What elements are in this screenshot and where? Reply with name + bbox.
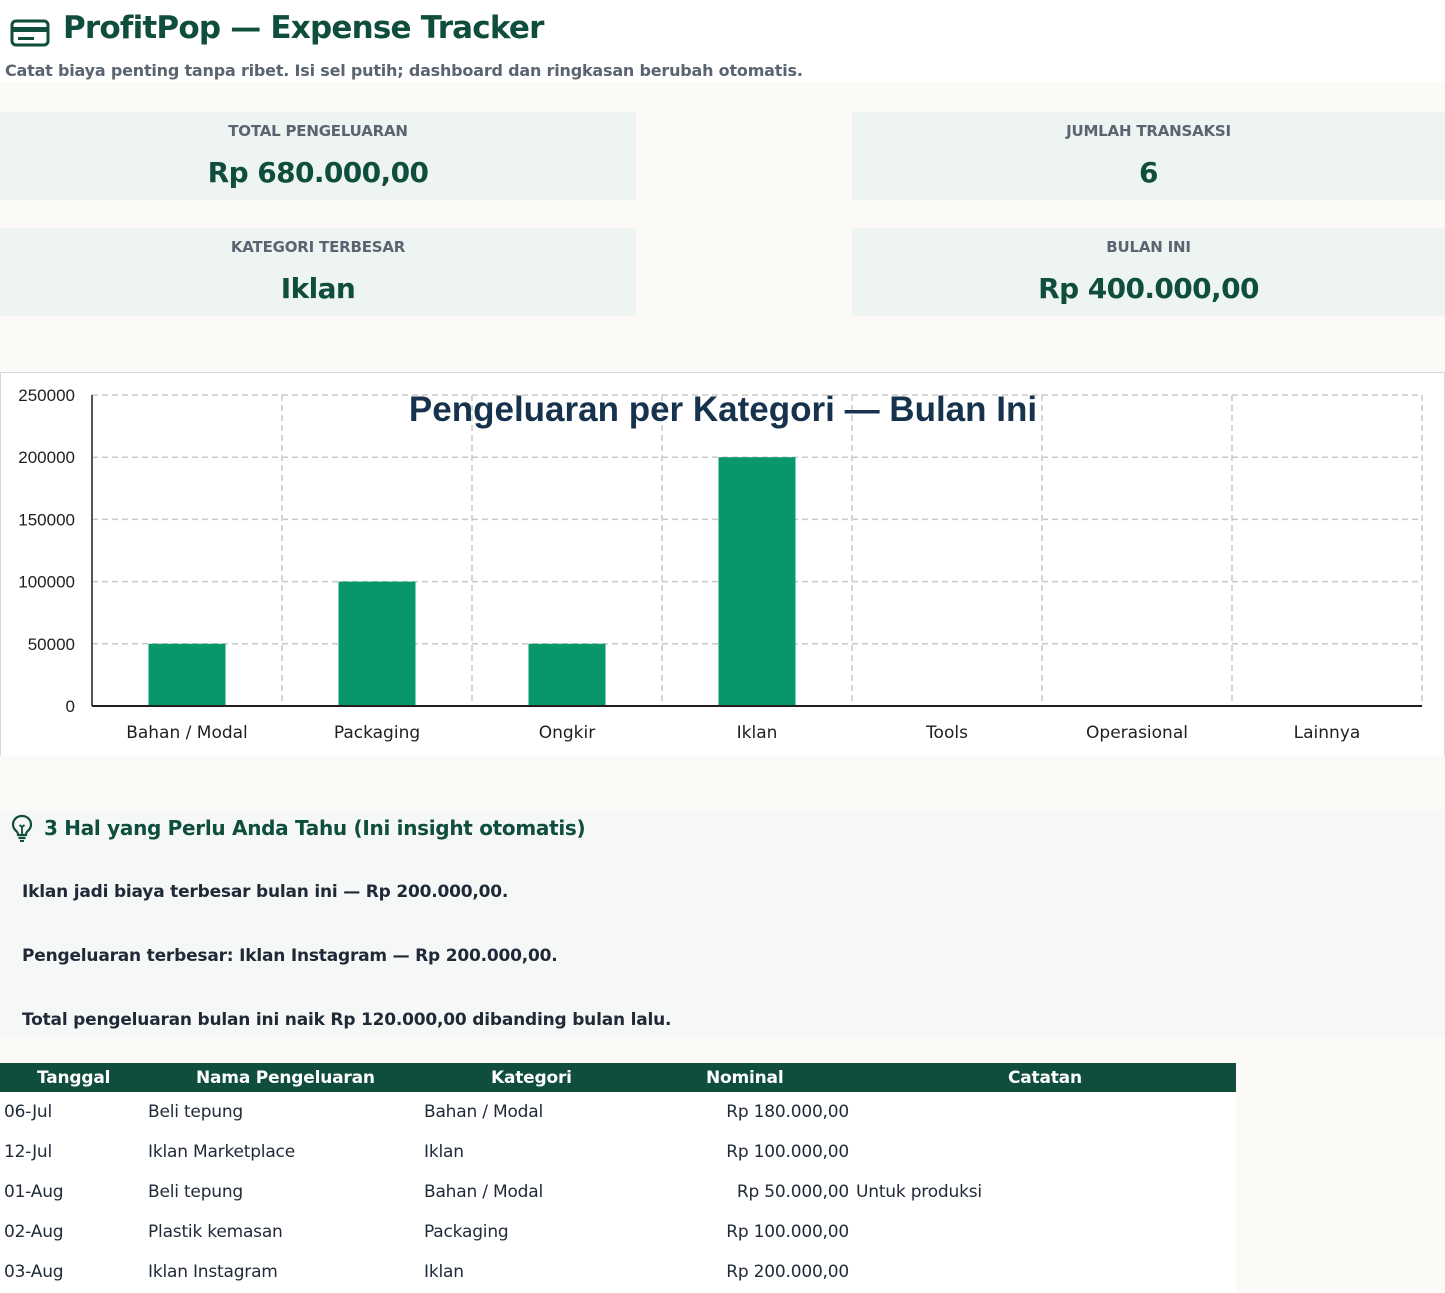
x-tick-label: Packaging xyxy=(334,723,420,743)
x-tick-label: Ongkir xyxy=(539,723,596,743)
cell-date[interactable]: 01-Aug xyxy=(4,1182,64,1202)
table-row: 01-Aug Beli tepung Bahan / Modal Rp 50.0… xyxy=(0,1173,1236,1213)
cell-amount[interactable]: Rp 180.000,00 xyxy=(709,1102,849,1122)
x-tick-label: Iklan xyxy=(737,723,778,743)
cell-category[interactable]: Bahan / Modal xyxy=(424,1102,543,1122)
kpi-transaction-count-card: JUMLAH TRANSAKSI 6 xyxy=(852,112,1445,200)
kpi-top-category-card: KATEGORI TERBESAR Iklan xyxy=(0,228,636,316)
table-row: 03-Aug Iklan Instagram Iklan Rp 200.000,… xyxy=(0,1253,1236,1293)
cell-note[interactable]: Untuk produksi xyxy=(856,1182,982,1202)
cell-amount[interactable]: Rp 100.000,00 xyxy=(709,1222,849,1242)
cell-category[interactable]: Iklan xyxy=(424,1142,464,1162)
y-tick-label: 250000 xyxy=(18,386,75,405)
table-row: 12-Jul Iklan Marketplace Iklan Rp 100.00… xyxy=(0,1133,1236,1173)
y-tick-label: 0 xyxy=(66,697,75,716)
column-header-name[interactable]: Nama Pengeluaran xyxy=(196,1068,375,1088)
bar-packaging xyxy=(338,581,416,706)
kpi-dashboard: TOTAL PENGELUARAN Rp 680.000,00 JUMLAH T… xyxy=(0,82,1445,372)
column-header-amount[interactable]: Nominal xyxy=(706,1068,784,1088)
y-tick-label: 50000 xyxy=(28,635,75,654)
column-header-category[interactable]: Kategori xyxy=(491,1068,572,1088)
cell-category[interactable]: Packaging xyxy=(424,1222,509,1242)
kpi-this-month-card: BULAN INI Rp 400.000,00 xyxy=(852,228,1445,316)
column-header-note[interactable]: Catatan xyxy=(1008,1068,1082,1088)
kpi-value: Iklan xyxy=(280,272,356,305)
kpi-label: BULAN INI xyxy=(1106,238,1191,256)
insight-item: Total pengeluaran bulan ini naik Rp 120.… xyxy=(22,1010,672,1030)
insight-item: Pengeluaran terbesar: Iklan Instagram — … xyxy=(22,946,558,966)
kpi-value: Rp 680.000,00 xyxy=(207,156,429,189)
x-tick-label: Operasional xyxy=(1086,723,1188,743)
expense-table: Tanggal Nama Pengeluaran Kategori Nomina… xyxy=(0,1063,1236,1293)
cell-name[interactable]: Iklan Instagram xyxy=(148,1262,278,1282)
kpi-value: 6 xyxy=(1139,156,1158,189)
page-subtitle: Catat biaya penting tanpa ribet. Isi sel… xyxy=(5,61,803,80)
credit-card-icon xyxy=(10,19,50,47)
x-tick-label: Lainnya xyxy=(1294,723,1361,743)
x-tick-label: Bahan / Modal xyxy=(126,723,248,743)
insights-panel xyxy=(0,810,1445,1036)
column-header-date[interactable]: Tanggal xyxy=(37,1068,110,1088)
y-tick-label: 150000 xyxy=(18,510,75,529)
lightbulb-icon xyxy=(11,814,33,842)
cell-category[interactable]: Bahan / Modal xyxy=(424,1182,543,1202)
page-title: ProfitPop — Expense Tracker xyxy=(63,10,544,46)
kpi-value: Rp 400.000,00 xyxy=(1038,272,1259,305)
cell-date[interactable]: 06-Jul xyxy=(4,1102,52,1122)
insight-item: Iklan jadi biaya terbesar bulan ini — Rp… xyxy=(22,882,509,902)
insights-section: 3 Hal yang Perlu Anda Tahu (Ini insight … xyxy=(0,756,1445,1063)
cell-name[interactable]: Plastik kemasan xyxy=(148,1222,283,1242)
category-chart[interactable]: 0 50000 100000 150000 200000 250000 Bahan / Mo… xyxy=(0,372,1445,757)
y-tick-label: 100000 xyxy=(18,573,75,592)
kpi-label: TOTAL PENGELUARAN xyxy=(228,122,408,140)
insights-title: 3 Hal yang Perlu Anda Tahu (Ini insight … xyxy=(44,816,586,840)
cell-category[interactable]: Iklan xyxy=(424,1262,464,1282)
cell-name[interactable]: Beli tepung xyxy=(148,1102,243,1122)
cell-amount[interactable]: Rp 50.000,00 xyxy=(709,1182,849,1202)
cell-date[interactable]: 02-Aug xyxy=(4,1222,64,1242)
bar-ongkir xyxy=(528,643,606,706)
cell-name[interactable]: Beli tepung xyxy=(148,1182,243,1202)
cell-amount[interactable]: Rp 100.000,00 xyxy=(709,1142,849,1162)
cell-date[interactable]: 12-Jul xyxy=(4,1142,52,1162)
cell-amount[interactable]: Rp 200.000,00 xyxy=(709,1262,849,1282)
kpi-label: JUMLAH TRANSAKSI xyxy=(1066,122,1231,140)
y-tick-label: 200000 xyxy=(18,448,75,467)
chart-title: Pengeluaran per Kategori — Bulan Ini xyxy=(409,390,1037,429)
bar-iklan xyxy=(718,457,796,706)
sheet-background xyxy=(1236,1063,1445,1293)
kpi-label: KATEGORI TERBESAR xyxy=(230,238,406,256)
chart-svg: 0 50000 100000 150000 200000 250000 Bahan / Mo… xyxy=(18,386,1423,743)
kpi-total-expense-card: TOTAL PENGELUARAN Rp 680.000,00 xyxy=(0,112,636,200)
app-header: ProfitPop — Expense Tracker Catat biaya … xyxy=(0,0,1445,82)
x-tick-label: Tools xyxy=(925,723,968,743)
bar-bahan-modal xyxy=(148,643,226,706)
table-row: 06-Jul Beli tepung Bahan / Modal Rp 180.… xyxy=(0,1093,1236,1133)
table-header: Tanggal Nama Pengeluaran Kategori Nomina… xyxy=(0,1063,1236,1092)
cell-date[interactable]: 03-Aug xyxy=(4,1262,64,1282)
cell-name[interactable]: Iklan Marketplace xyxy=(148,1142,295,1162)
table-row: 02-Aug Plastik kemasan Packaging Rp 100.… xyxy=(0,1213,1236,1253)
